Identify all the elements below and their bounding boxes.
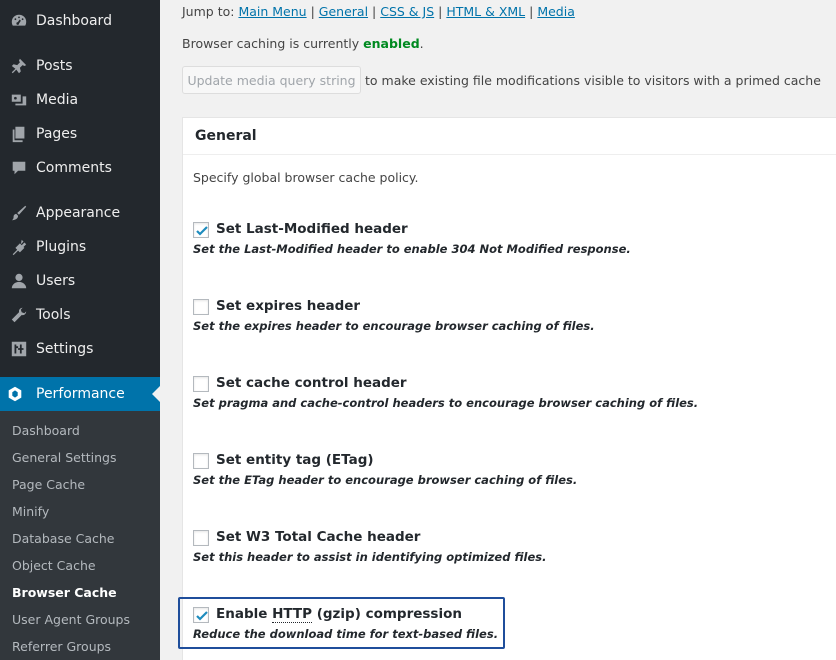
option-description: Set this header to assist in identifying… [193, 550, 547, 564]
submenu-item-page-cache[interactable]: Page Cache [12, 477, 85, 492]
update-media-query-button[interactable]: Update media query string [182, 66, 361, 94]
option-description: Set pragma and cache-control headers to … [193, 396, 699, 410]
checkmark-icon [196, 226, 208, 236]
jump-prefix: Jump to: [182, 4, 235, 19]
settings-icon [0, 340, 36, 358]
submenu-item-dashboard[interactable]: Dashboard [12, 423, 80, 438]
menu-item-pages[interactable]: Pages [0, 117, 160, 151]
submenu-item-object-cache[interactable]: Object Cache [12, 558, 96, 573]
status-suffix: . [419, 36, 424, 51]
menu-item-appearance[interactable]: Appearance [0, 196, 160, 230]
w3tc-header-checkbox[interactable] [193, 530, 209, 546]
jump-separator: | [438, 4, 443, 19]
jump-link-main-menu[interactable]: Main Menu [238, 4, 306, 19]
submenu-item-minify[interactable]: Minify [12, 504, 49, 519]
menu-item-dashboard[interactable]: Dashboard [0, 4, 160, 38]
cache-status: Browser caching is currently enabled. [182, 36, 424, 51]
submenu-item-referrer-groups[interactable]: Referrer Groups [12, 639, 111, 654]
wrench-icon [0, 306, 36, 324]
comments-icon [0, 159, 36, 177]
status-state: enabled [363, 36, 420, 51]
menu-item-performance[interactable]: Performance [0, 377, 160, 411]
menu-label: Settings [36, 341, 94, 357]
menu-item-tools[interactable]: Tools [0, 298, 160, 332]
postbox-header: General [183, 118, 836, 155]
jump-link-html-xml[interactable]: HTML & XML [446, 4, 525, 19]
menu-label: Comments [36, 160, 112, 176]
menu-item-media[interactable]: Media [0, 83, 160, 117]
menu-label: Media [36, 92, 79, 108]
menu-label: Appearance [36, 205, 121, 221]
jump-link-media[interactable]: Media [537, 4, 575, 19]
option-description: Set the ETag header to encourage browser… [193, 473, 578, 487]
policy-description: Specify global browser cache policy. [193, 170, 419, 185]
main-content: Jump to: Main Menu | General | CSS & JS … [160, 0, 836, 660]
jump-separator: | [529, 4, 534, 19]
admin-sidebar: Dashboard Posts Media Pages Comments App… [0, 0, 160, 660]
cache-control-checkbox[interactable] [193, 376, 209, 392]
jump-separator: | [310, 4, 315, 19]
jump-link-css-js[interactable]: CSS & JS [380, 4, 434, 19]
menu-item-posts[interactable]: Posts [0, 49, 160, 83]
option-label[interactable]: Set W3 Total Cache header [216, 529, 420, 545]
option-description: Set the expires header to encourage brow… [193, 319, 595, 333]
current-menu-arrow [152, 386, 160, 402]
dashboard-icon [0, 12, 36, 30]
option-label[interactable]: Set Last-Modified header [216, 221, 408, 237]
jump-separator: | [372, 4, 377, 19]
menu-item-plugins[interactable]: Plugins [0, 230, 160, 264]
menu-label: Performance [36, 386, 125, 402]
menu-label: Pages [36, 126, 78, 142]
menu-label: Tools [36, 307, 71, 323]
option-description: Set the Last-Modified header to enable 3… [193, 242, 631, 256]
submenu-item-database-cache[interactable]: Database Cache [12, 531, 115, 546]
gzip-highlight-box [178, 597, 505, 649]
option-label[interactable]: Set entity tag (ETag) [216, 452, 374, 468]
submenu-item-browser-cache[interactable]: Browser Cache [12, 585, 117, 600]
menu-label: Users [36, 273, 76, 289]
submenu-item-user-agent-groups[interactable]: User Agent Groups [12, 612, 130, 627]
pin-icon [0, 57, 36, 75]
menu-item-users[interactable]: Users [0, 264, 160, 298]
option-label[interactable]: Set cache control header [216, 375, 407, 391]
performance-submenu: Dashboard General Settings Page Cache Mi… [0, 411, 160, 660]
pages-icon [0, 125, 36, 143]
jump-link-general[interactable]: General [319, 4, 368, 19]
menu-label: Plugins [36, 239, 87, 255]
submenu-item-general-settings[interactable]: General Settings [12, 450, 117, 465]
last-modified-checkbox[interactable] [193, 222, 209, 238]
users-icon [0, 272, 36, 290]
etag-checkbox[interactable] [193, 453, 209, 469]
performance-icon [0, 385, 36, 403]
status-prefix: Browser caching is currently [182, 36, 360, 51]
update-description: to make existing file modifications visi… [365, 73, 821, 88]
plugin-icon [0, 238, 36, 256]
media-icon [0, 91, 36, 109]
menu-item-settings[interactable]: Settings [0, 332, 160, 366]
jump-to-nav: Jump to: Main Menu | General | CSS & JS … [182, 4, 575, 19]
menu-item-comments[interactable]: Comments [0, 151, 160, 185]
option-label[interactable]: Set expires header [216, 298, 360, 314]
expires-checkbox[interactable] [193, 299, 209, 315]
menu-label: Posts [36, 58, 73, 74]
general-postbox: General Specify global browser cache pol… [182, 117, 836, 660]
menu-label: Dashboard [36, 13, 112, 29]
postbox-title: General [195, 128, 257, 144]
brush-icon [0, 204, 36, 222]
